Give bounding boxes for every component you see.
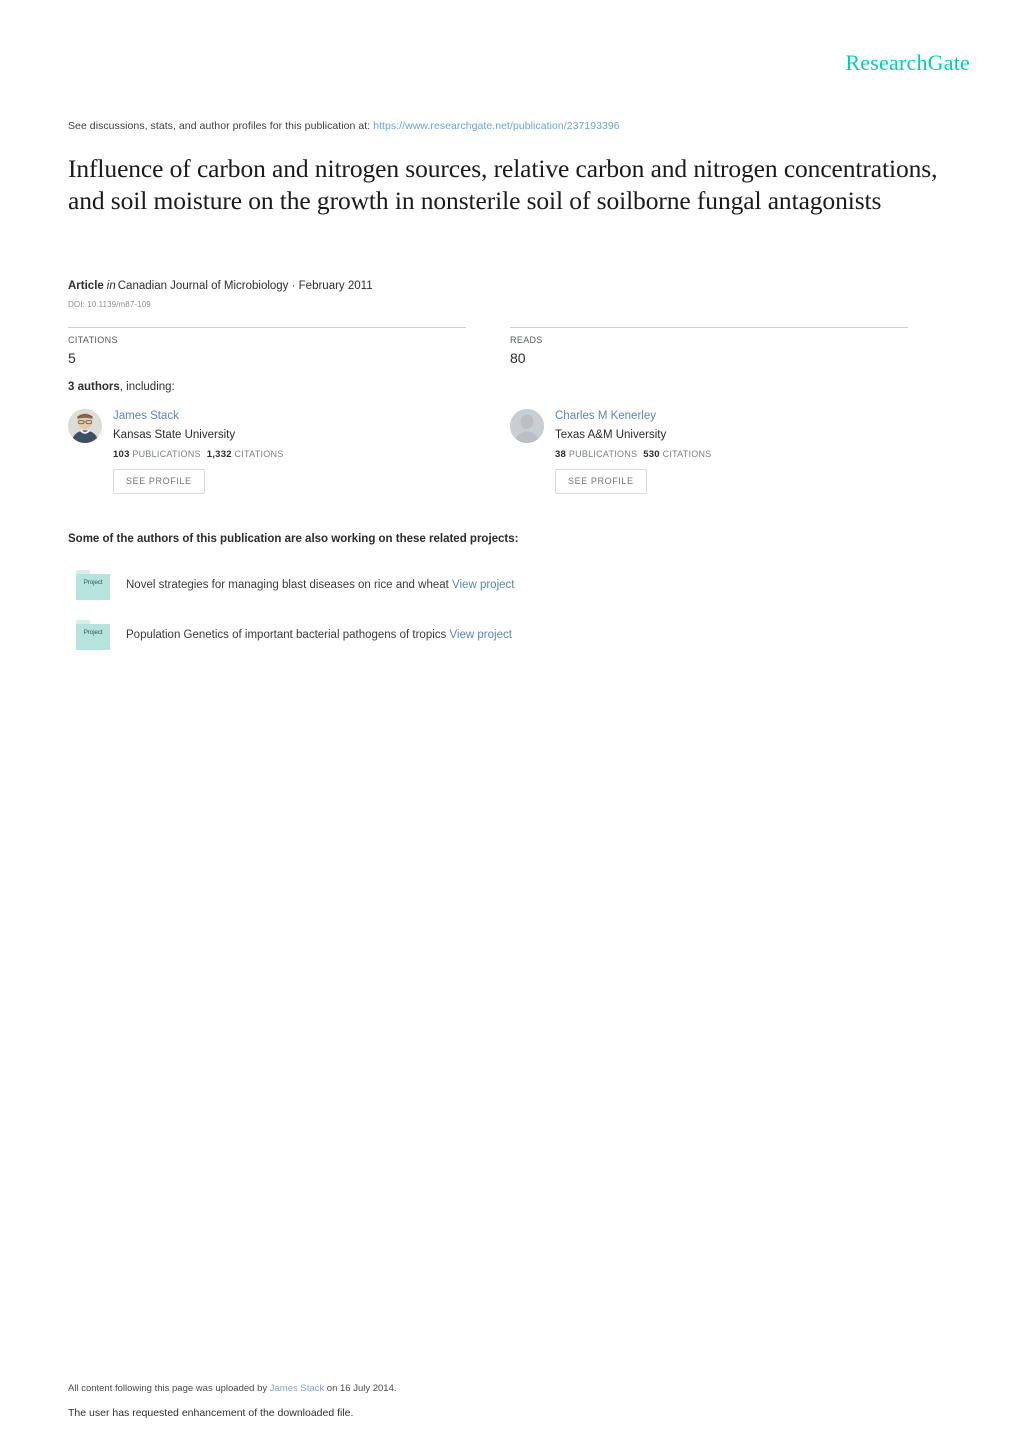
footer-upload-prefix: All content following this page was uplo… <box>68 1383 270 1394</box>
author-publications-label: PUBLICATIONS <box>568 449 638 459</box>
author-publications-count: 38 <box>555 449 567 460</box>
publication-in-word: in <box>106 280 116 292</box>
authors-header: 3 authors, including: <box>68 381 175 393</box>
author-affiliation: Kansas State University <box>113 429 236 441</box>
stat-citations: CITATIONS 5 <box>68 333 118 368</box>
publication-doi: DOI: 10.1139/m87-109 <box>68 300 151 309</box>
author-card: Charles M Kenerley Texas A&M University … <box>510 409 930 494</box>
author-citations-label: CITATIONS <box>662 449 712 459</box>
publication-meta: Article in Canadian Journal of Microbiolog… <box>68 280 373 292</box>
project-title: Population Genetics of important bacteri… <box>126 629 447 641</box>
see-profile-button[interactable]: SEE PROFILE <box>555 469 647 494</box>
author-citations-count: 1,332 <box>206 449 232 460</box>
publication-venue: Canadian Journal of Microbiology · Febru… <box>117 280 373 292</box>
author-citations-count: 530 <box>643 449 660 460</box>
author-card: James Stack Kansas State University 103 … <box>68 409 488 494</box>
reads-label: READS <box>510 335 543 345</box>
reads-value: 80 <box>510 350 526 366</box>
footer-upload-line: All content following this page was uplo… <box>68 1383 397 1394</box>
authors-count: 3 authors <box>68 381 120 393</box>
author-body: James Stack Kansas State University 103 … <box>113 409 488 494</box>
placeholder-avatar-icon <box>510 409 544 443</box>
project-folder-icon: Project <box>76 620 110 650</box>
related-projects-header: Some of the authors of this publication … <box>68 533 519 545</box>
discussion-line: See discussions, stats, and author profi… <box>68 120 620 132</box>
footer-author-link[interactable]: James Stack <box>270 1383 324 1394</box>
divider-reads <box>510 327 908 328</box>
researchgate-logo[interactable]: ResearchGate <box>845 52 970 74</box>
page-title: Influence of carbon and nitrogen sources… <box>68 154 938 215</box>
author-citations-label: CITATIONS <box>234 449 284 459</box>
project-text: Population Genetics of important bacteri… <box>126 627 512 643</box>
publication-url-link[interactable]: https://www.researchgate.net/publication… <box>373 120 620 132</box>
project-icon-label: Project <box>83 579 103 586</box>
author-publications-label: PUBLICATIONS <box>132 449 201 459</box>
avatar[interactable] <box>510 409 544 443</box>
author-name-link[interactable]: Charles M Kenerley <box>555 409 930 424</box>
photo-avatar-icon <box>68 409 102 443</box>
view-project-link[interactable]: View project <box>452 579 514 591</box>
author-stats: 103 PUBLICATIONS 1,332 CITATIONS <box>113 449 488 460</box>
project-text: Novel strategies for managing blast dise… <box>126 577 514 593</box>
author-affiliation: Texas A&M University <box>555 429 667 441</box>
citations-value: 5 <box>68 350 76 366</box>
discussion-prefix: See discussions, stats, and author profi… <box>68 120 371 132</box>
divider-citations <box>68 327 466 328</box>
researchgate-publication-page: ResearchGate See discussions, stats, and… <box>0 0 1020 1441</box>
authors-header-suffix: , including: <box>119 381 175 393</box>
author-body: Charles M Kenerley Texas A&M University … <box>555 409 930 494</box>
citations-label: CITATIONS <box>68 335 118 345</box>
author-publications-count: 103 <box>113 449 130 460</box>
project-folder-icon: Project <box>76 570 110 600</box>
see-profile-button[interactable]: SEE PROFILE <box>113 469 205 494</box>
project-icon-label: Project <box>83 629 103 636</box>
avatar[interactable] <box>68 409 102 443</box>
author-stats: 38 PUBLICATIONS 530 CITATIONS <box>555 449 930 460</box>
stat-reads: READS 80 <box>510 333 543 368</box>
footer-upload-suffix: on 16 July 2014. <box>324 1383 397 1394</box>
author-name-link[interactable]: James Stack <box>113 409 488 424</box>
project-title: Novel strategies for managing blast dise… <box>126 579 449 591</box>
footer-enhancement-line: The user has requested enhancement of th… <box>68 1407 354 1419</box>
view-project-link[interactable]: View project <box>449 629 511 641</box>
publication-kind: Article <box>68 280 104 292</box>
